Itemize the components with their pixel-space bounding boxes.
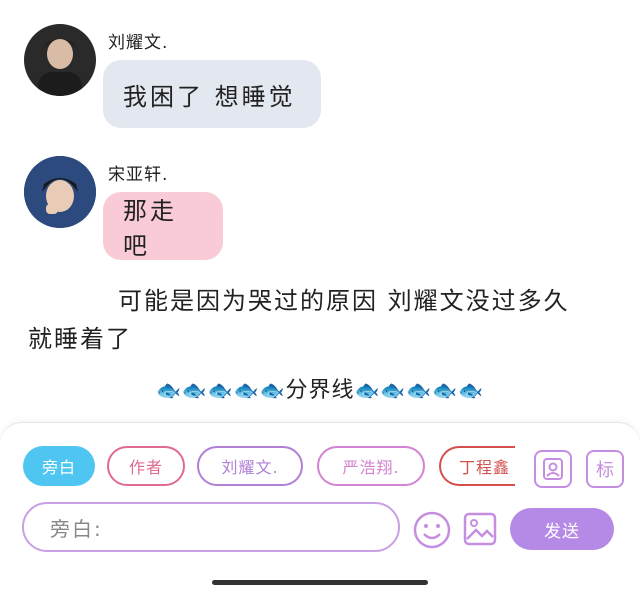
contact-card-icon[interactable] [534, 450, 572, 488]
narration-line: 可能是因为哭过的原因 刘耀文没过多久 [118, 287, 570, 315]
message-input[interactable]: 旁白: [22, 502, 400, 552]
fish-icon: 🐟🐟🐟🐟🐟 [155, 378, 286, 402]
sender-name: 宋亚轩. [108, 165, 169, 185]
avatar-songyaxuan[interactable] [24, 156, 96, 228]
narration-text: 可能是因为哭过的原因 刘耀文没过多久 就睡着了 [28, 282, 618, 358]
message-bubble[interactable]: 那走吧 [103, 192, 223, 260]
role-chip-yanhaoxiang[interactable]: 严浩翔. [317, 446, 425, 486]
home-indicator[interactable] [212, 580, 428, 585]
send-button[interactable]: 发送 [510, 508, 614, 550]
role-chip-dingchengxin[interactable]: 丁程鑫 [439, 446, 515, 486]
tag-icon[interactable]: 标 [586, 450, 624, 488]
role-chip-liuyaowen[interactable]: 刘耀文. [197, 446, 303, 486]
divider-label: 分界线 [285, 378, 355, 403]
avatar-liuyaowen[interactable] [24, 24, 96, 96]
smile-icon[interactable] [412, 510, 452, 550]
fish-icon: 🐟🐟🐟🐟🐟 [354, 378, 485, 402]
role-chip-narrator[interactable]: 旁白 [23, 446, 95, 486]
role-chip-author[interactable]: 作者 [107, 446, 185, 486]
section-divider: 🐟🐟🐟🐟🐟分界线🐟🐟🐟🐟🐟 [0, 372, 640, 404]
message-bubble[interactable]: 我困了 想睡觉 [103, 60, 321, 128]
image-icon[interactable] [462, 511, 498, 547]
narration-line: 就睡着了 [28, 325, 132, 353]
sender-name: 刘耀文. [108, 33, 169, 53]
